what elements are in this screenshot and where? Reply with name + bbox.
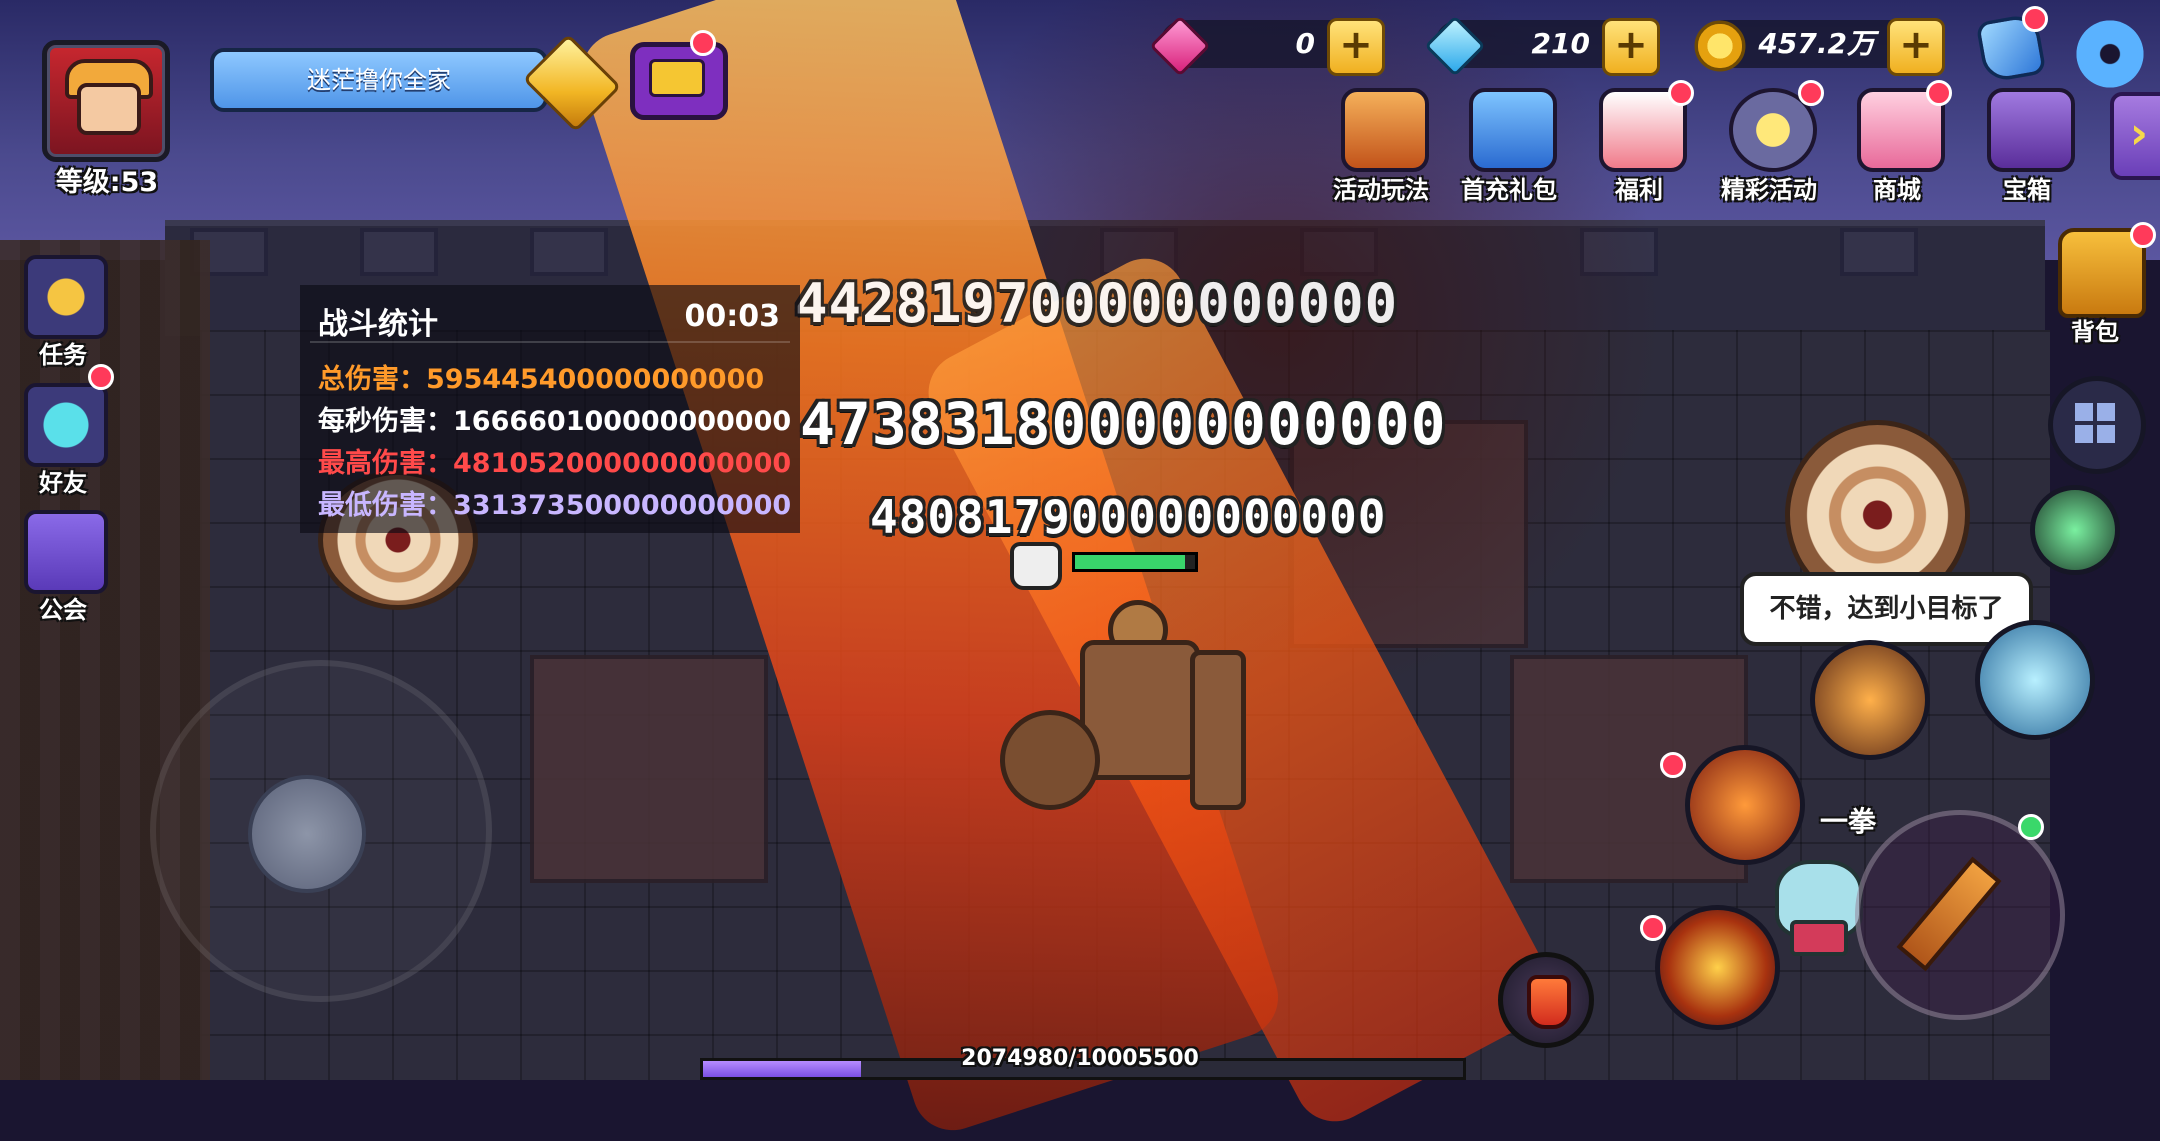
notification-dot [2022,6,2048,32]
side-button-label: 任务 [39,341,87,369]
health-potion-icon[interactable] [1498,952,1594,1048]
grid-menu-icon[interactable] [2048,376,2146,474]
add-pink-gem-button[interactable]: + [1327,18,1385,76]
max-damage: 最高伤害：481052000000000000 [318,448,792,479]
fire-strike-skill-icon[interactable] [1685,745,1805,865]
menu-label: 首充礼包 [1461,176,1557,204]
battle-stats-header: 战斗统计 00:03 [318,291,788,342]
activity-gameplay-icon [1341,88,1429,172]
menu-label: 活动玩法 [1333,176,1429,204]
joystick-knob[interactable] [248,775,366,893]
notification-dot [2130,222,2156,248]
total-damage: 总伤害：595445400000000000 [318,364,765,395]
notification-dot [1798,80,1824,106]
backpack-button[interactable]: 背包 [2040,228,2150,348]
menu-first-recharge[interactable]: 首充礼包 [1450,88,1568,204]
attack-button[interactable] [1855,810,2065,1020]
battle-stats-title: 战斗统计 [318,307,438,342]
menu-label: 精彩活动 [1721,176,1817,204]
battle-timer: 00:03 [684,299,781,334]
friend-ghost-icon [24,383,108,467]
treasure-chest-icon [1987,88,2075,172]
notification-dot [2018,814,2044,840]
notification-dot [1660,752,1686,778]
add-diamond-button[interactable]: + [1602,18,1660,76]
notification-dot [88,364,114,390]
wall-merlon [530,228,608,276]
floor-tile [530,655,768,883]
wall-merlon [360,228,438,276]
notification-dot [1926,80,1952,106]
currency-gold: 457.2万 + [1694,18,1945,76]
add-gold-button[interactable]: + [1887,18,1945,76]
notification-dot [1668,80,1694,106]
skull-icon [1010,542,1062,590]
guild-button[interactable]: 公会 [22,510,108,630]
battle-stats-panel: 战斗统计 00:03 总伤害：595445400000000000 每秒伤害：1… [300,285,800,533]
first-recharge-gift-icon [1469,88,1557,172]
skill-label: 一拳 [1820,805,1877,838]
speech-bubble: 不错，达到小目标了 [1740,572,2033,646]
damage-number: 480817900000000000 [870,490,1387,544]
min-damage: 最低伤害：331373500000000000 [318,490,792,521]
ice-sword-skill-icon[interactable] [1975,620,2095,740]
guild-banner-icon [24,510,108,594]
friends-button[interactable]: 好友 [22,383,108,503]
menu-label: 商城 [1873,176,1921,204]
player-avatar[interactable] [42,40,170,162]
damage-number: 442819700000000000 [795,272,1399,335]
quest-button[interactable]: 任务 [22,255,108,375]
currency-value: 0 [1295,27,1315,60]
ultimate-skill-icon[interactable] [1810,640,1930,760]
notification-dot [690,30,716,56]
settings-gear-icon[interactable] [2076,20,2144,88]
currency-diamond: 210 + [1424,15,1660,77]
sword-icon [1896,856,2002,972]
currency-value: 457.2万 [1758,27,1875,60]
player-level: 等级:53 [55,167,159,198]
wall-merlon [1840,228,1918,276]
player-name[interactable]: 迷茫撸你全家 [210,48,548,112]
damage-number: 473831800000000000 [800,390,1447,458]
menu-activity-gameplay[interactable]: 活动玩法 [1322,88,1440,204]
divider [310,341,790,343]
tv-ad-icon[interactable] [630,42,728,120]
side-button-label: 公会 [39,596,87,624]
quest-exclamation-icon [24,255,108,339]
fireball-skill-icon[interactable] [1655,905,1780,1030]
gold-coin-icon [1694,20,1746,72]
dash-skill-icon[interactable] [2030,485,2120,575]
boss-health-bar [1072,552,1198,572]
experience-text: 2074980/10005500 [961,1046,1199,1071]
menu-treasure-chest[interactable]: 宝箱 [1968,88,2086,204]
backpack-label: 背包 [2071,318,2119,346]
notification-dot [1640,915,1666,941]
currency-pink-gem: 0 + [1149,15,1385,77]
currency-value: 210 [1531,27,1590,60]
training-dummy-boss [1000,600,1260,820]
menu-label: 宝箱 [2003,176,2051,204]
damage-per-second: 每秒伤害：166660100000000000 [318,406,792,437]
menu-label: 福利 [1615,176,1663,204]
expand-menu-arrow-icon[interactable]: › [2110,92,2160,180]
side-button-label: 好友 [39,469,87,497]
